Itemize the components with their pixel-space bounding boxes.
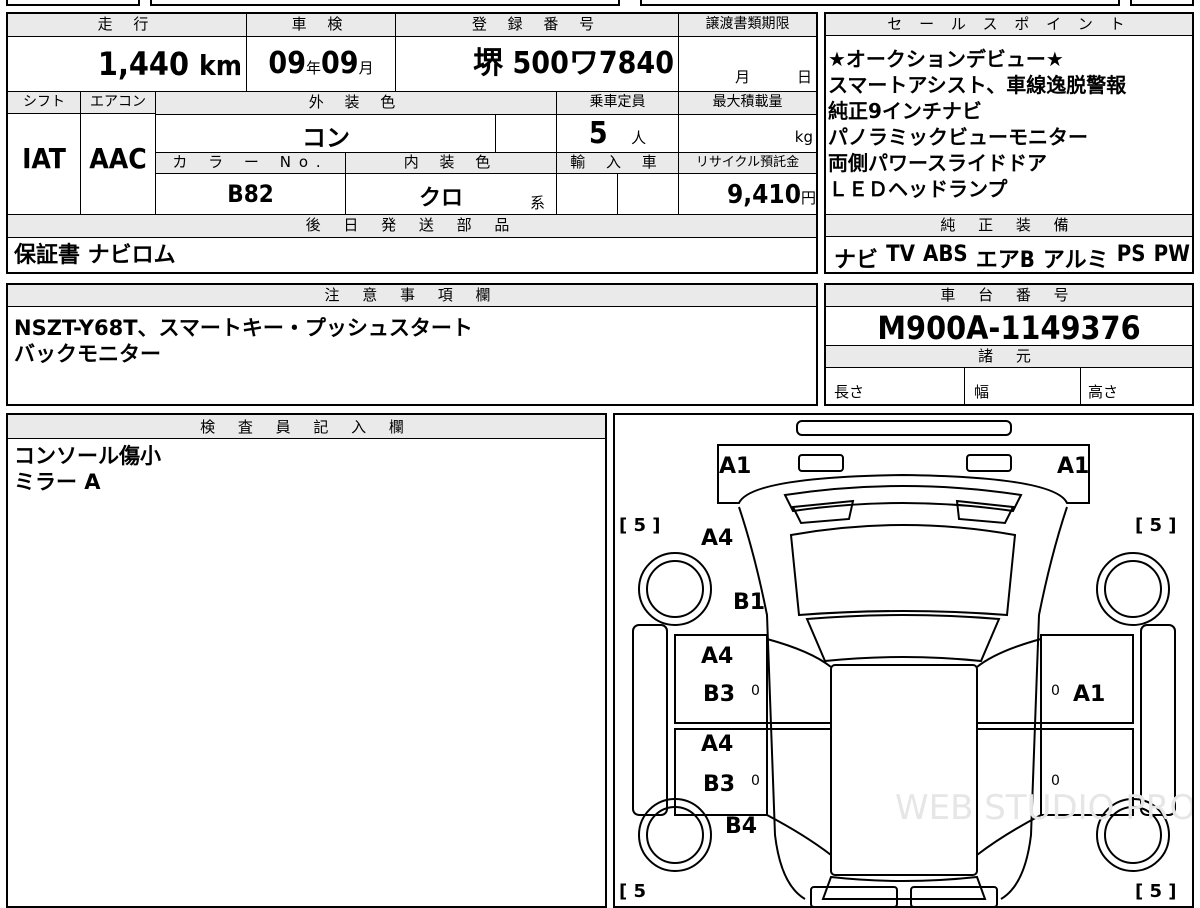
sales-point-item: 両側パワースライドドア [828,151,1047,175]
inspector-header: 検 査 員 記 入 欄 [8,415,605,439]
recycle-header: リサイクル預託金 [679,153,816,173]
capacity-value: 5 [588,116,608,151]
sales-points-list: ★オークションデビュー★ スマートアシスト、車線逸脱警報 純正9インチナビ パノ… [828,46,1190,202]
mileage-unit: km [199,49,242,82]
damage-mark: A1 [719,454,751,479]
inspection-header: 車 検 [247,14,395,36]
spec-height-label: 高さ [1088,383,1119,401]
recycle-fee-value: 9,410 [726,180,801,210]
top-strip [0,0,1200,8]
sales-point-item: スマートアシスト、車線逸脱警報 [828,73,1127,97]
sales-point-item: ＬＥＤヘッドランプ [828,177,1008,201]
equipment-item: PS [1116,242,1146,267]
mileage-header: 走 行 [8,14,246,36]
notes-line: バックモニター [14,342,161,366]
equipment-item: アルミ [1042,248,1109,273]
chassis-header: 車 台 番 号 [826,285,1192,307]
color-no-header: カ ラ ー No. [156,153,345,173]
capacity-header: 乗車定員 [557,92,678,114]
color-no-value: B82 [227,180,274,208]
sales-points-header: セ ー ル ス ポ イ ン ト [826,14,1192,36]
interior-color-header: 内 装 色 [346,153,556,173]
zero-mark: 0 [751,683,760,699]
max-load-header: 最大積載量 [679,92,816,114]
inspector-lines: コンソール傷小 ミラー A [14,443,594,495]
registration-header: 登 録 番 号 [396,14,678,36]
sales-point-item: パノラミックビューモニター [828,125,1088,149]
sales-point-item: ★オークションデビュー★ [828,47,1064,71]
zero-mark: 0 [751,773,760,789]
damage-mark: A4 [701,644,733,669]
watermark: WEB STUDIO PRO [895,788,1192,828]
deadline-day: 日 [797,68,813,86]
tire-mark: [ 5 ] [1135,881,1177,902]
car-diagram: WEB STUDIO PRO A1 A1 A4 B1 A4 B3 A4 B3 B… [619,420,1192,906]
equipment-item: PW [1153,242,1190,267]
year-unit: 年 [305,59,321,77]
later-parts-header: 後 日 発 送 部 品 [8,215,816,237]
damage-mark: A1 [1073,682,1105,707]
yen-unit: 円 [800,189,816,207]
damage-mark: A4 [701,732,733,757]
capacity-field: 5 人 [557,116,678,152]
shift-value: IAT [22,142,66,175]
import-header: 輸 入 車 [557,153,678,173]
equipment-item: エアB [975,248,1035,273]
equipment-header: 純 正 装 備 [826,215,1192,237]
deadline-header: 譲渡書類期限 [679,14,816,36]
damage-mark: B3 [703,682,735,707]
notes-line: NSZT-Y68T、スマートキー・プッシュスタート [14,316,473,340]
month-unit: 月 [358,59,374,77]
inspector-box: 検 査 員 記 入 欄 コンソール傷小 ミラー A [6,413,607,908]
tire-mark: [ 5 ] [619,515,661,536]
tire-mark: [ 5 [619,881,646,902]
zero-mark: 0 [1051,683,1060,699]
sales-point-item: 純正9インチナビ [828,99,982,123]
notes-box: 注 意 事 項 欄 NSZT-Y68T、スマートキー・プッシュスタート バックモ… [6,283,818,406]
damage-mark: A4 [701,526,733,551]
later-parts-value: 保証書 ナビロム [14,243,176,268]
damage-mark: B3 [703,772,735,797]
damage-mark: B4 [725,814,757,839]
notes-lines: NSZT-Y68T、スマートキー・プッシュスタート バックモニター [14,315,804,367]
zero-mark: 0 [1051,773,1060,789]
inspection-date: 09年09月 [247,40,395,88]
damage-mark: A1 [1057,454,1089,479]
car-diagram-box: WEB STUDIO PRO A1 A1 A4 B1 A4 B3 A4 B3 B… [613,413,1194,908]
tire-mark: [ 5 ] [1135,515,1177,536]
interior-suffix: 系 [530,194,546,212]
specs-header: 諸 元 [826,346,1192,368]
deadline-field: 月 日 [679,66,816,90]
chassis-number: M900A-1149376 [877,309,1141,347]
inspection-year: 09 [268,46,306,81]
exterior-color-value: コン [302,124,350,152]
equipment-item: ABS [923,242,968,267]
mileage-value: 1,440 [97,45,189,83]
aircon-value: AAC [89,142,147,175]
registration-number: 堺 500ワ7840 [473,46,674,81]
main-info-box: 走 行 車 検 登 録 番 号 譲渡書類期限 1,440 km 09年09月 堺… [6,12,818,274]
inspection-month: 09 [321,46,359,81]
equipment-list: ナビ TV ABS エアB アルミ PS PW [834,242,1190,273]
interior-color-value: クロ [418,186,463,211]
exterior-color-header: 外 装 色 [156,92,556,114]
notes-header: 注 意 事 項 欄 [8,285,816,307]
spec-length-label: 長さ [834,383,865,401]
chassis-box: 車 台 番 号 M900A-1149376 諸 元 長さ 幅 高さ [824,283,1194,406]
load-unit: kg [794,128,813,146]
deadline-month: 月 [735,68,751,86]
sales-points-box: セ ー ル ス ポ イ ン ト ★オークションデビュー★ スマートアシスト、車線… [824,12,1194,274]
recycle-field: 9,410円 [679,180,816,210]
capacity-unit: 人 [631,129,647,147]
equipment-item: ナビ [834,248,879,273]
inspector-line: ミラー A [14,470,101,494]
damage-mark: B1 [733,590,765,615]
equipment-item: TV [886,242,915,267]
spec-width-label: 幅 [974,383,990,401]
mileage-field: 1,440 km [8,40,242,88]
inspector-line: コンソール傷小 [14,444,161,468]
